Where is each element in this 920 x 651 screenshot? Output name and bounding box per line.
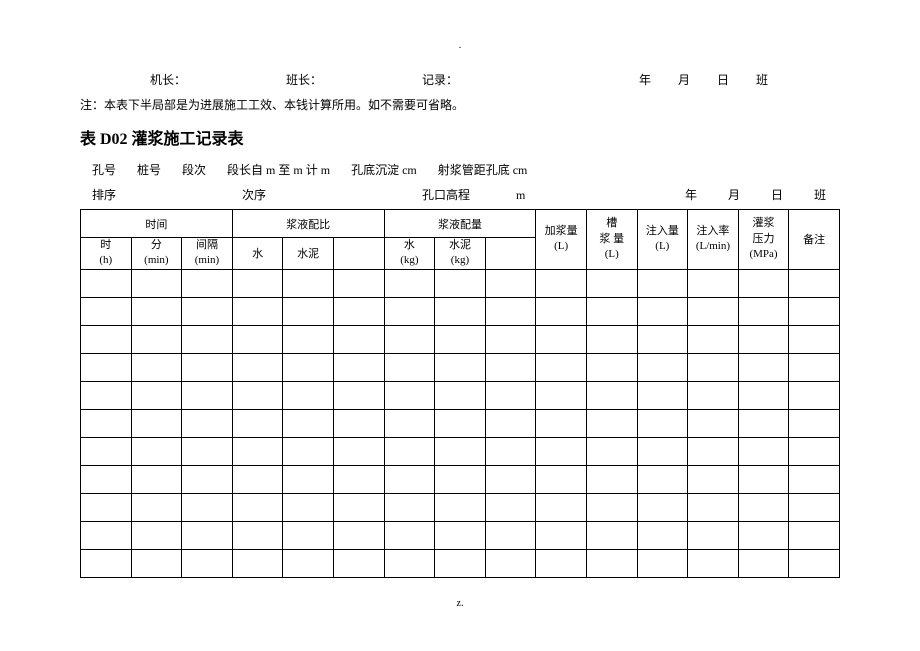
th-time-m: 分(min) [131, 238, 182, 270]
month-label-2: 月 [728, 188, 740, 202]
table-row [81, 297, 840, 325]
pile-no-label: 桩号 [137, 163, 161, 177]
recorder-label: 记录： [422, 71, 458, 88]
note-text: 注：本表下半局部是为进展施工工效、本钱计算所用。如不需要可省略。 [80, 96, 840, 113]
th-mix-amount: 浆液配量 [384, 210, 536, 238]
year-label-2: 年 [685, 188, 697, 202]
page-footer-mark: z. [80, 598, 840, 609]
shift-leader-label: 班长： [286, 71, 322, 88]
day-label: 日 [717, 73, 729, 87]
seg-len-label: 段长自 m 至 m 计 m [227, 163, 330, 177]
table-row [81, 437, 840, 465]
th-blank-amount [485, 238, 536, 270]
th-inj-rate: 注入率(L/min) [688, 210, 739, 270]
captain-label: 机长： [150, 71, 186, 88]
th-inj-amount: 注入量(L) [637, 210, 688, 270]
table-row [81, 353, 840, 381]
th-blank-ratio [333, 238, 384, 270]
table-row [81, 409, 840, 437]
page-dot-top: . [80, 40, 840, 51]
month-label: 月 [678, 73, 690, 87]
th-time: 时间 [81, 210, 233, 238]
th-remark: 备注 [789, 210, 840, 270]
table-row [81, 325, 840, 353]
hole-bottom-label: 孔底沉淀 cm [351, 163, 417, 177]
record-table: 时间 浆液配比 浆液配量 加浆量(L) 槽浆 量(L) 注入量(L) 注入率(L… [80, 209, 840, 578]
meta-line-1: 孔号 桩号 段次 段长自 m 至 m 计 m 孔底沉淀 cm 射浆管距孔底 cm [80, 161, 840, 178]
th-water-ratio: 水 [232, 238, 283, 270]
table-row [81, 465, 840, 493]
table-row [81, 521, 840, 549]
th-add-amount: 加浆量(L) [536, 210, 587, 270]
th-cement-ratio: 水泥 [283, 238, 334, 270]
table-row [81, 381, 840, 409]
hole-elev-label: 孔口高程 [422, 186, 470, 203]
order-label: 排序 [92, 186, 116, 203]
table-row [81, 269, 840, 297]
page-title: 表 D02 灌浆施工记录表 [80, 125, 840, 149]
date-segment-top: 年 月 日 班 [627, 71, 840, 88]
th-pressure: 灌浆压力(MPa) [738, 210, 789, 270]
th-time-h: 时(h) [81, 238, 132, 270]
table-row [81, 549, 840, 577]
shot-dist-label: 射浆管距孔底 cm [438, 163, 528, 177]
day-label-2: 日 [771, 188, 783, 202]
signature-line: 机长： 班长： 记录： 年 月 日 班 [80, 71, 840, 88]
shift-label-2: 班 [814, 188, 826, 202]
shift-label: 班 [756, 73, 768, 87]
th-water-kg: 水(kg) [384, 238, 435, 270]
m-unit-label: m [516, 188, 525, 203]
th-tank-amount: 槽浆 量(L) [586, 210, 637, 270]
hole-no-label: 孔号 [92, 163, 116, 177]
th-interval: 间隔(min) [182, 238, 233, 270]
date-segment-bottom: 年 月 日 班 [671, 186, 840, 203]
table-body [81, 269, 840, 577]
meta-line-2: 排序 次序 孔口高程 m 年 月 日 班 [80, 186, 840, 203]
seq-label: 次序 [242, 186, 266, 203]
table-row [81, 493, 840, 521]
th-cement-kg: 水泥(kg) [435, 238, 486, 270]
seg-no-label: 段次 [182, 163, 206, 177]
th-mix-ratio: 浆液配比 [232, 210, 384, 238]
year-label: 年 [639, 73, 651, 87]
